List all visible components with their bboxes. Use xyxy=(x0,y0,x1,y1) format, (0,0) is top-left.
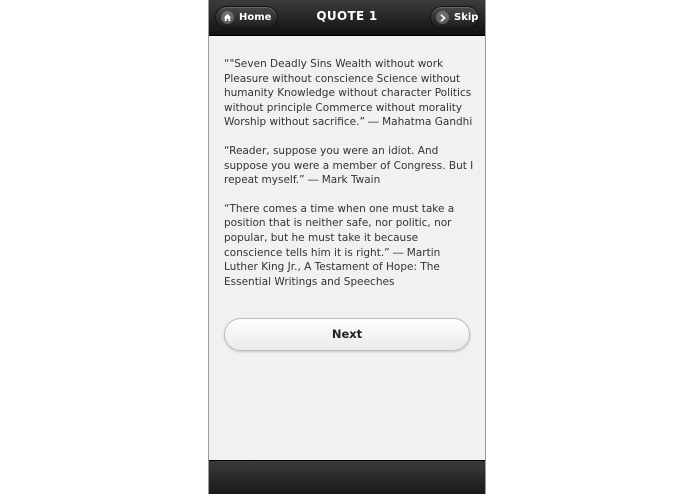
quote-text: “There comes a time when one must take a… xyxy=(224,202,455,288)
skip-button[interactable]: Skip xyxy=(430,6,479,29)
quote-content: “"Seven Deadly Sins Wealth without work … xyxy=(224,57,476,303)
footer-bar xyxy=(209,460,485,494)
next-button[interactable]: Next xyxy=(224,318,470,351)
skip-button-label: Skip xyxy=(454,12,479,23)
app-screen: Home QUOTE 1 Skip “"Seven Deadly Sins We… xyxy=(208,0,486,494)
header-bar: Home QUOTE 1 Skip xyxy=(209,0,485,36)
quote-text: “"Seven Deadly Sins Wealth without work … xyxy=(224,58,473,129)
quote-text: “Reader, suppose you were an idiot. And … xyxy=(224,144,474,187)
chevron-right-icon xyxy=(436,11,449,24)
